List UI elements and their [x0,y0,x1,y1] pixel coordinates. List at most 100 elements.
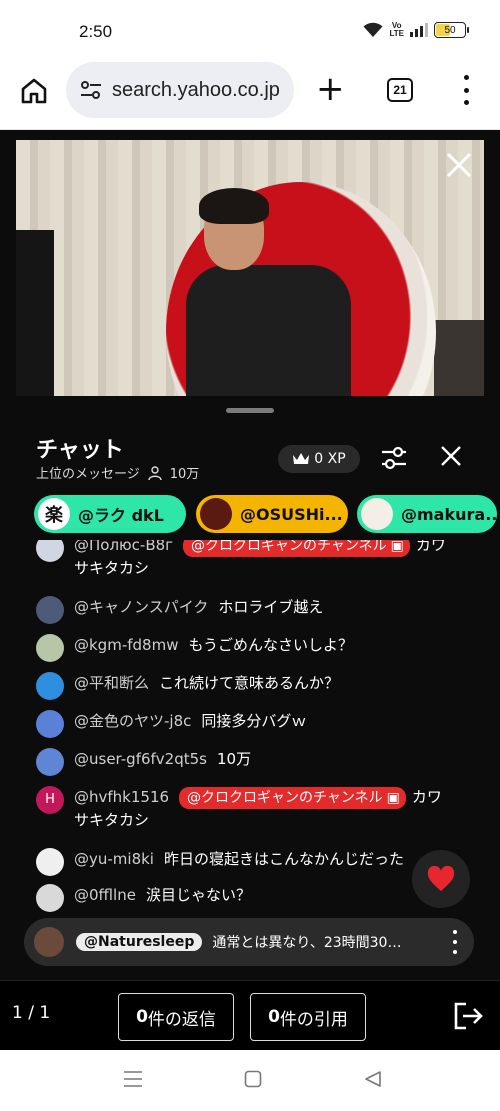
bottom-toolbar: 1 / 1 0 件の返信 0 件の引用 [0,980,500,1050]
chat-title: チャット [36,438,124,463]
avatar [36,748,64,776]
chat-filter[interactable]: 上位のメッセージ 10万 [36,463,199,482]
pinned-message-banner[interactable]: @Naturesleep 通常とは異なり、23時間30… [24,918,474,966]
message-author: @Полюс-В8г [74,540,174,554]
avatar: 楽 [38,498,70,530]
message-text: 10万 [216,750,252,768]
viewer-count: 10万 [169,467,200,482]
chat-filter-label: 上位のメッセージ [36,467,140,482]
clock: 2:50 [79,22,113,41]
message-author: @kgm-fd8mw [74,636,179,654]
replies-button[interactable]: 0 件の返信 [118,993,234,1041]
video-person-hair [199,188,269,224]
close-chat-icon[interactable] [440,445,462,467]
xp-value: 0 XP [314,451,346,467]
system-nav-bar [0,1050,500,1111]
message-text: 涙目じゃない？ [145,886,251,904]
address-bar[interactable]: search.yahoo.co.jp [66,62,294,118]
home-icon[interactable] [20,77,48,105]
avatar [36,596,64,624]
chat-settings-icon[interactable] [380,444,408,472]
quotes-button[interactable]: 0 件の引用 [250,993,366,1041]
chat-message[interactable]: @Полюс-В8г @クロクロギャンのチャンネル ▣ カワ サキタカシ [36,540,456,579]
pinned-user-name: @ラク dkL [78,506,164,525]
chat-message[interactable]: @user-gf6fv2qt5s 10万 [36,748,456,776]
avatar [200,498,232,530]
signal-icon [410,23,428,37]
status-bar: 2:50 Vo LTE 50 [0,0,500,60]
avatar [36,710,64,738]
home-button-icon[interactable] [244,1070,262,1088]
avatar [361,498,393,530]
pinned-users: 楽 @ラク dkL @OSUSHi... @makura... [34,495,500,535]
live-chat-page: チャット 上位のメッセージ 10万 0 XP 楽 @ラク dkL @OSUSHi… [0,130,500,1050]
avatar: H [36,786,64,814]
channel-tag[interactable]: @クロクロギャンのチャンネル ▣ [179,787,406,809]
more-options-icon[interactable] [452,930,458,954]
pinned-user-name: @makura... [401,504,497,524]
crown-icon [293,453,310,464]
message-author: @user-gf6fv2qt5s [74,750,207,768]
video-player[interactable] [16,140,484,396]
message-text: もうごめんなさいしよ？ [188,636,354,654]
video-equipment [16,230,54,396]
status-icons: Vo LTE 50 [363,21,469,38]
back-icon[interactable] [364,1070,382,1088]
message-author: @yu-mi8ki [74,850,154,868]
avatar [36,634,64,662]
pinned-user-name: @OSUSHi... [240,504,343,524]
chat-message[interactable]: @kgm-fd8mw もうごめんなさいしよ？ [36,634,456,662]
message-text-continued: サキタカシ [74,811,150,829]
chat-message[interactable]: H @hvfhk1516 @クロクロギャンのチャンネル ▣ カワ サキタカシ [36,786,456,831]
message-author: @キャノンスパイク [74,598,209,616]
message-text: カワ [415,540,446,554]
pinned-user-chip[interactable]: @makura... [357,495,497,533]
battery-icon: 50 [434,22,469,38]
browser-menu-icon[interactable] [458,75,474,105]
chat-message[interactable]: @金色のヤツ-j8c 同接多分バグｗ [36,710,456,738]
volte-badge: Vo LTE [389,21,404,38]
close-icon[interactable] [444,150,474,180]
new-tab-icon[interactable]: + [316,72,345,106]
chat-message[interactable]: @yu-mi8ki 昨日の寝起きはこんなかんじだった [36,848,456,876]
message-author: @0ffllne [74,886,136,904]
avatar [36,884,64,912]
message-author: @平和断么 [74,674,150,692]
avatar [36,540,64,562]
chat-message[interactable]: @平和断么 これ続けて意味あるんか？ [36,672,456,700]
avatar [34,927,64,957]
chat-message[interactable]: @0ffllne 涙目じゃない？ [36,884,456,912]
channel-tag[interactable]: @クロクロギャンのチャンネル ▣ [183,540,410,557]
recent-apps-icon[interactable] [123,1070,143,1088]
pinned-user-chip[interactable]: 楽 @ラク dkL [34,495,186,533]
drag-handle[interactable] [226,408,274,413]
tab-switcher-button[interactable]: 21 [387,78,413,102]
banner-author: @Naturesleep [76,933,203,951]
page-indicator: 1 / 1 [12,1003,51,1023]
wifi-icon [363,22,383,37]
pinned-user-chip[interactable]: @OSUSHi... [196,495,348,533]
url-text: search.yahoo.co.jp [112,78,280,101]
banner-text: 通常とは異なり、23時間30… [212,935,402,951]
message-text: これ続けて意味あるんか？ [159,674,340,692]
avatar [36,848,64,876]
message-author: @金色のヤツ-j8c [74,712,192,730]
message-text: ホロライブ越え [218,598,324,616]
chat-message[interactable]: @キャノンスパイク ホロライブ越え [36,596,456,624]
browser-toolbar: search.yahoo.co.jp + 21 [0,60,500,130]
avatar [36,672,64,700]
exit-icon[interactable] [452,1001,484,1031]
message-text: 昨日の寝起きはこんなかんじだった [163,850,404,868]
site-settings-icon[interactable] [80,80,102,100]
heart-icon [427,866,455,891]
reaction-button[interactable] [412,850,470,908]
video-person-body [186,265,351,396]
video-shelf [434,320,484,396]
chat-bubble-icon: ▣ [386,790,400,806]
message-text-continued: サキタカシ [74,559,150,577]
chat-bubble-icon: ▣ [390,540,404,554]
message-author: @hvfhk1516 [74,788,170,806]
message-text: 同接多分バグｗ [201,712,307,730]
xp-badge[interactable]: 0 XP [278,445,360,473]
message-text: カワ [411,788,442,806]
